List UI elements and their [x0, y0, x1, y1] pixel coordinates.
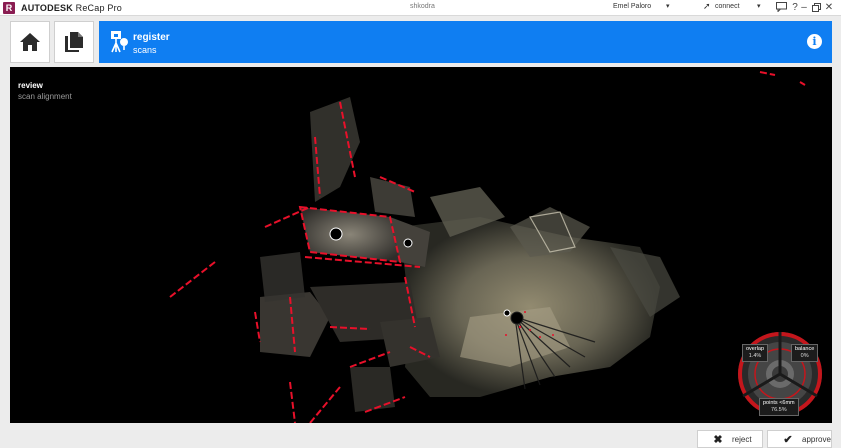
- point-cloud-viewport[interactable]: review scan alignment overlap 1.4% balan…: [10, 67, 832, 423]
- home-icon: [20, 33, 40, 51]
- view-sublabel: scan alignment: [18, 92, 72, 101]
- brand-name: AUTODESK: [21, 2, 73, 13]
- reject-label: reject: [732, 434, 752, 444]
- app-title: AUTODESK ReCap Pro: [21, 3, 122, 13]
- user-menu-caret-icon[interactable]: ▾: [666, 2, 670, 10]
- points-value: 76.5%: [771, 407, 787, 413]
- product-name: ReCap Pro: [75, 2, 122, 13]
- minimize-icon[interactable]: –: [798, 1, 810, 13]
- mode-header: register scans i: [99, 21, 832, 63]
- check-icon: ✔: [783, 433, 793, 446]
- overlap-value: 1.4%: [748, 353, 762, 359]
- registration-stats-gauge[interactable]: overlap 1.4% balance 0% points <6mm 76.5…: [735, 329, 825, 419]
- mode-subtitle: scans: [133, 45, 157, 55]
- points-label: points <6mm: [763, 400, 795, 406]
- balance-stat: balance 0%: [791, 344, 819, 362]
- approve-button[interactable]: ✔ approve: [767, 430, 832, 448]
- recap-logo-icon: R: [3, 1, 15, 14]
- connect-menu[interactable]: connect: [715, 3, 740, 10]
- register-scans-icon: [108, 28, 130, 59]
- approve-label: approve: [802, 434, 831, 444]
- ground-points: [400, 187, 680, 397]
- connect-icon[interactable]: ➚: [703, 1, 711, 12]
- reject-button[interactable]: ✖ reject: [697, 430, 763, 448]
- project-name: shkodra: [410, 3, 435, 10]
- overlap-label: overlap: [746, 346, 765, 352]
- balance-value: 0%: [800, 353, 809, 359]
- chat-icon[interactable]: [775, 1, 787, 13]
- points-stat: points <6mm 76.5%: [759, 398, 799, 416]
- home-button[interactable]: [10, 21, 50, 63]
- projects-button[interactable]: [54, 21, 94, 63]
- close-icon[interactable]: ✕: [823, 1, 835, 13]
- recap-window: R AUTODESK ReCap Pro shkodra Emel Paloro…: [0, 0, 841, 448]
- title-bar: R AUTODESK ReCap Pro shkodra Emel Paloro…: [0, 0, 841, 16]
- mode-title: register: [133, 32, 170, 43]
- restore-icon[interactable]: [810, 1, 822, 13]
- info-icon[interactable]: i: [807, 34, 822, 49]
- x-icon: ✖: [713, 433, 723, 446]
- user-menu[interactable]: Emel Paloro: [613, 3, 651, 10]
- projects-icon: [65, 32, 83, 52]
- balance-label: balance: [795, 346, 815, 352]
- overlap-stat: overlap 1.4%: [742, 344, 769, 362]
- point-cloud-render[interactable]: [10, 67, 832, 423]
- view-label: review: [18, 81, 43, 90]
- connect-caret-icon[interactable]: ▾: [757, 2, 761, 10]
